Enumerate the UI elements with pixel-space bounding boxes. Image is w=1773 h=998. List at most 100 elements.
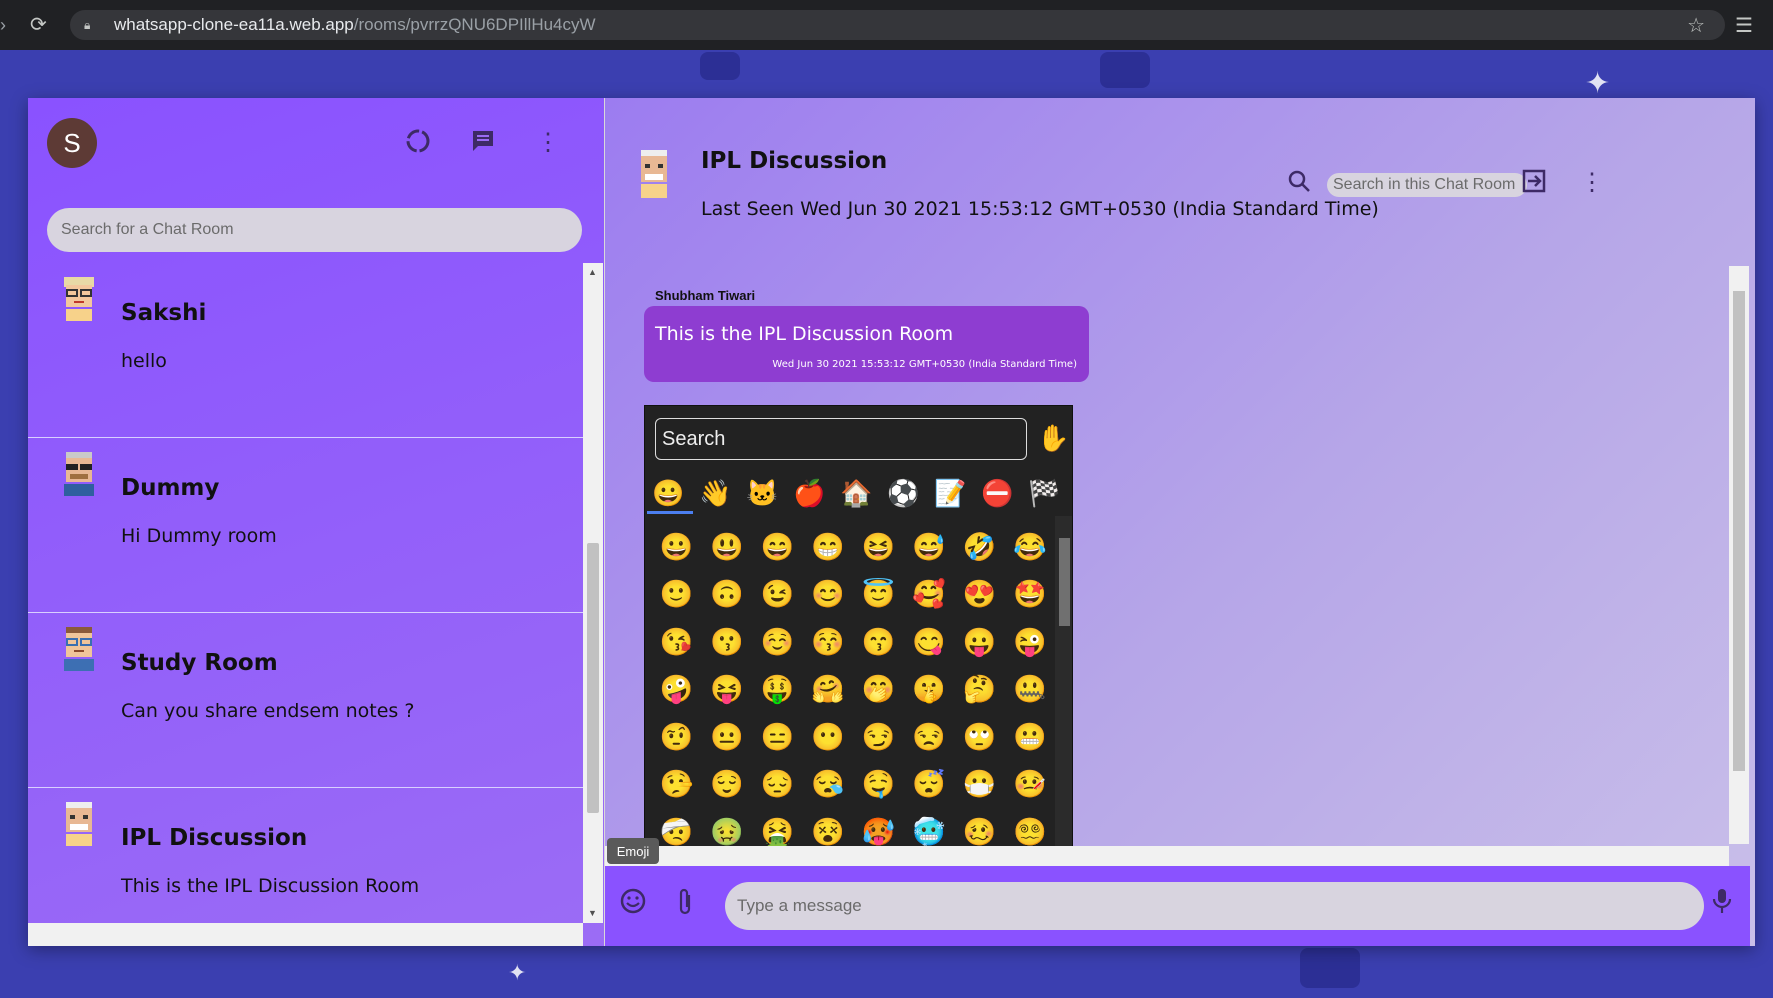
emoji-scrollbar[interactable] [1055,516,1072,848]
emoji-cell[interactable]: 😚 [803,618,854,666]
scrollbar-thumb[interactable] [1733,291,1745,771]
emoji-cell[interactable]: 😋 [904,618,955,666]
skin-tone-button[interactable]: ✋ [1037,423,1069,454]
emoji-cell[interactable]: 🤮 [752,808,803,848]
room-item-study-room[interactable]: Study Room Can you share endsem notes ? [28,613,583,788]
emoji-cell[interactable]: 🤨 [651,713,702,761]
category-food[interactable]: 🍎 [786,472,833,514]
emoji-cell[interactable]: 😗 [702,618,753,666]
emoji-cell[interactable]: 🤐 [1005,666,1056,714]
room-item-sakshi[interactable]: Sakshi hello [28,263,583,438]
emoji-cell[interactable]: 😅 [904,523,955,571]
category-activities[interactable]: ⚽ [880,472,927,514]
emoji-cell[interactable]: 🤔 [954,666,1005,714]
emoji-cell[interactable]: 😝 [702,666,753,714]
emoji-cell[interactable]: 😶 [803,713,854,761]
emoji-cell[interactable]: 🥰 [904,571,955,619]
emoji-cell[interactable]: 🙄 [954,713,1005,761]
emoji-cell[interactable]: 😊 [803,571,854,619]
emoji-cell[interactable]: 😀 [651,523,702,571]
emoji-cell[interactable]: 🤭 [853,666,904,714]
emoji-cell[interactable]: 😜 [1005,618,1056,666]
message-area-horizontal-scrollbar[interactable] [605,846,1729,866]
lock-icon[interactable]: 🔒︎ [84,17,98,33]
scroll-down-arrow-icon[interactable]: ▼ [588,908,597,918]
emoji-cell[interactable]: 😐 [702,713,753,761]
reload-icon[interactable]: ⟳ [30,14,52,36]
category-smileys[interactable]: 😀 [645,472,692,514]
reading-list-icon[interactable]: ☰ [1735,13,1753,38]
message-input[interactable] [725,882,1704,930]
category-animals[interactable]: 🐱 [739,472,786,514]
emoji-cell[interactable]: 😏 [853,713,904,761]
emoji-cell[interactable]: 🤫 [904,666,955,714]
category-flags[interactable]: 🏁 [1021,472,1068,514]
back-arrow-icon[interactable]: › [0,0,16,50]
emoji-cell[interactable]: 😌 [702,761,753,809]
emoji-cell[interactable]: 😵‍💫 [1005,808,1056,848]
emoji-cell[interactable]: 🤒 [1005,761,1056,809]
bookmark-star-icon[interactable]: ☆ [1687,13,1705,38]
emoji-cell[interactable]: 🥴 [954,808,1005,848]
category-travel[interactable]: 🏠 [833,472,880,514]
emoji-cell[interactable]: 🤪 [651,666,702,714]
emoji-cell[interactable]: 😄 [752,523,803,571]
new-chat-icon[interactable] [468,128,498,158]
status-icon[interactable] [403,128,433,158]
emoji-cell[interactable]: 😔 [752,761,803,809]
emoji-cell[interactable]: 🥵 [853,808,904,848]
emoji-cell[interactable]: 😍 [954,571,1005,619]
scrollbar-thumb[interactable] [1059,538,1070,626]
emoji-cell[interactable]: 🤗 [803,666,854,714]
emoji-cell[interactable]: 😇 [853,571,904,619]
emoji-cell[interactable]: 😬 [1005,713,1056,761]
emoji-cell[interactable]: 🤥 [651,761,702,809]
room-item-dummy[interactable]: Dummy Hi Dummy room [28,438,583,613]
emoji-cell[interactable]: 😙 [853,618,904,666]
scrollbar-thumb[interactable] [587,543,599,813]
emoji-cell[interactable]: 😘 [651,618,702,666]
search-icon[interactable] [1287,169,1311,200]
user-avatar[interactable]: S [47,118,97,168]
emoji-cell[interactable]: 🤢 [702,808,753,848]
emoji-cell[interactable]: 🤩 [1005,571,1056,619]
emoji-search-input[interactable] [655,418,1027,460]
emoji-cell[interactable]: ☺️ [752,618,803,666]
category-people[interactable]: 👋 [692,472,739,514]
emoji-cell[interactable]: 🤑 [752,666,803,714]
chat-room-avatar[interactable] [633,148,675,198]
emoji-cell[interactable]: 😉 [752,571,803,619]
scroll-up-arrow-icon[interactable]: ▲ [588,267,597,277]
message-area-scrollbar[interactable] [1729,266,1749,844]
address-bar[interactable]: 🔒︎ whatsapp-clone-ea11a.web.app/rooms/pv… [70,10,1725,40]
emoji-cell[interactable]: 🤤 [853,761,904,809]
exit-room-icon[interactable] [1522,169,1548,200]
emoji-cell[interactable]: 🙂 [651,571,702,619]
chat-more-options-icon[interactable]: ⋮ [1580,168,1604,197]
room-list-horizontal-scrollbar[interactable] [28,923,583,946]
room-search-input[interactable] [47,208,582,252]
emoji-cell[interactable]: 😒 [904,713,955,761]
emoji-cell[interactable]: 😂 [1005,523,1056,571]
emoji-cell[interactable]: 😷 [954,761,1005,809]
category-objects[interactable]: 📝 [927,472,974,514]
emoji-cell[interactable]: 🥶 [904,808,955,848]
room-item-ipl-discussion[interactable]: IPL Discussion This is the IPL Discussio… [28,788,583,923]
attach-icon[interactable] [675,887,695,924]
microphone-icon[interactable] [1711,887,1733,922]
category-symbols[interactable]: ⛔ [974,472,1021,514]
emoji-cell[interactable]: 😪 [803,761,854,809]
room-list-scrollbar[interactable]: ▲ ▼ [583,263,603,923]
emoji-cell[interactable]: 😛 [954,618,1005,666]
more-options-icon[interactable]: ⋮ [533,128,563,158]
emoji-cell[interactable]: 😵 [803,808,854,848]
chat-search-input[interactable] [1327,173,1527,197]
emoji-cell[interactable]: 😁 [803,523,854,571]
emoji-cell[interactable]: 😆 [853,523,904,571]
emoji-icon[interactable] [619,887,647,922]
emoji-cell[interactable]: 😑 [752,713,803,761]
emoji-cell[interactable]: 😃 [702,523,753,571]
emoji-cell[interactable]: 🙃 [702,571,753,619]
url-text[interactable]: whatsapp-clone-ea11a.web.app/rooms/pvrrz… [114,15,596,35]
emoji-cell[interactable]: 😴 [904,761,955,809]
